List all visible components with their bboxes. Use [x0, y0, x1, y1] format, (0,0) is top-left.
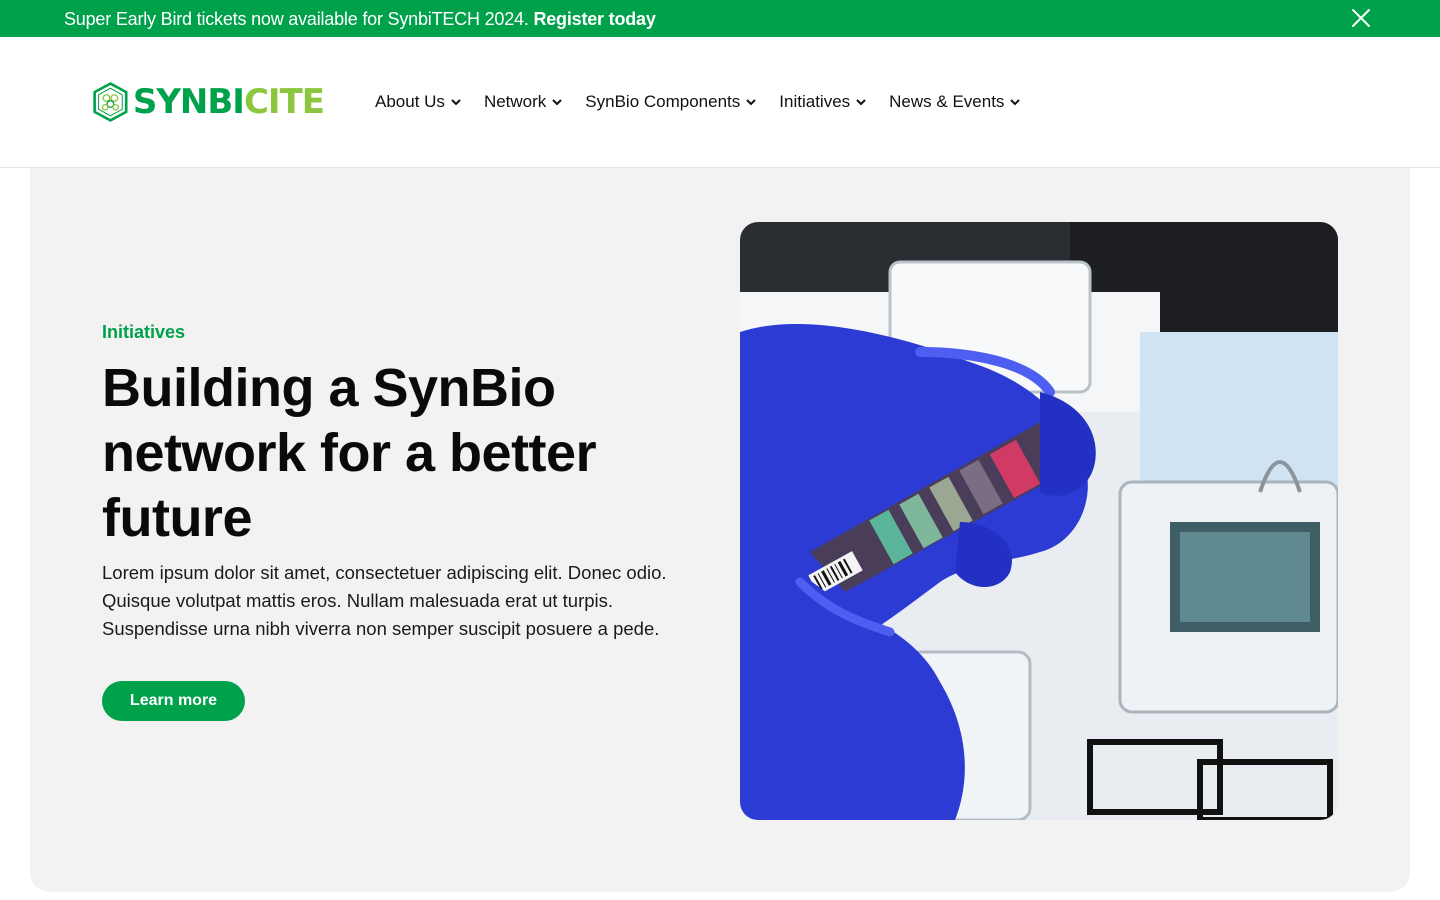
hero-section: Initiatives Building a SynBio network fo… — [30, 168, 1410, 892]
chevron-down-icon — [451, 99, 461, 106]
site-header: SYNBICITE About Us Network SynBio Compon… — [0, 37, 1440, 168]
chevron-down-icon — [1010, 99, 1021, 106]
hero-image — [740, 222, 1338, 820]
register-link[interactable]: Register today — [533, 9, 655, 29]
main-nav: About Us Network SynBio Components Initi… — [375, 90, 1043, 114]
logo-mark-icon — [93, 82, 128, 122]
nav-item-label: SynBio Components — [585, 92, 741, 111]
hero-title: Building a SynBio network for a better f… — [102, 358, 597, 548]
site-logo[interactable]: SYNBICITE — [92, 71, 325, 133]
nav-item-label: Network — [483, 92, 547, 111]
nav-item-label: About Us — [375, 92, 445, 111]
announcement-text: Super Early Bird tickets now available f… — [64, 9, 529, 29]
hero-body: Lorem ipsum dolor sit amet, consectetuer… — [102, 562, 667, 639]
nav-item-synbio-components[interactable]: SynBio Components — [585, 90, 757, 114]
nav-item-label: Initiatives — [779, 92, 851, 111]
hero-eyebrow: Initiatives — [102, 322, 186, 342]
logo-wordmark: SYNBICITE — [132, 82, 325, 122]
nav-item-news-events[interactable]: News & Events — [889, 90, 1021, 114]
nav-item-label: News & Events — [889, 92, 1005, 111]
announcement-message: Super Early Bird tickets now available f… — [64, 9, 656, 30]
nav-item-network[interactable]: Network — [484, 90, 563, 114]
learn-more-button[interactable]: Learn more — [102, 681, 245, 721]
logo-word-part2: CITE — [243, 82, 325, 122]
chevron-down-icon — [856, 99, 866, 106]
close-icon[interactable] — [1351, 8, 1371, 28]
nav-item-initiatives[interactable]: Initiatives — [779, 90, 867, 114]
chevron-down-icon — [746, 99, 756, 106]
nav-item-about-us[interactable]: About Us — [375, 90, 462, 114]
logo-word-part1: SYNBI — [132, 82, 245, 122]
chevron-down-icon — [552, 99, 563, 106]
announcement-bar: Super Early Bird tickets now available f… — [0, 0, 1440, 37]
